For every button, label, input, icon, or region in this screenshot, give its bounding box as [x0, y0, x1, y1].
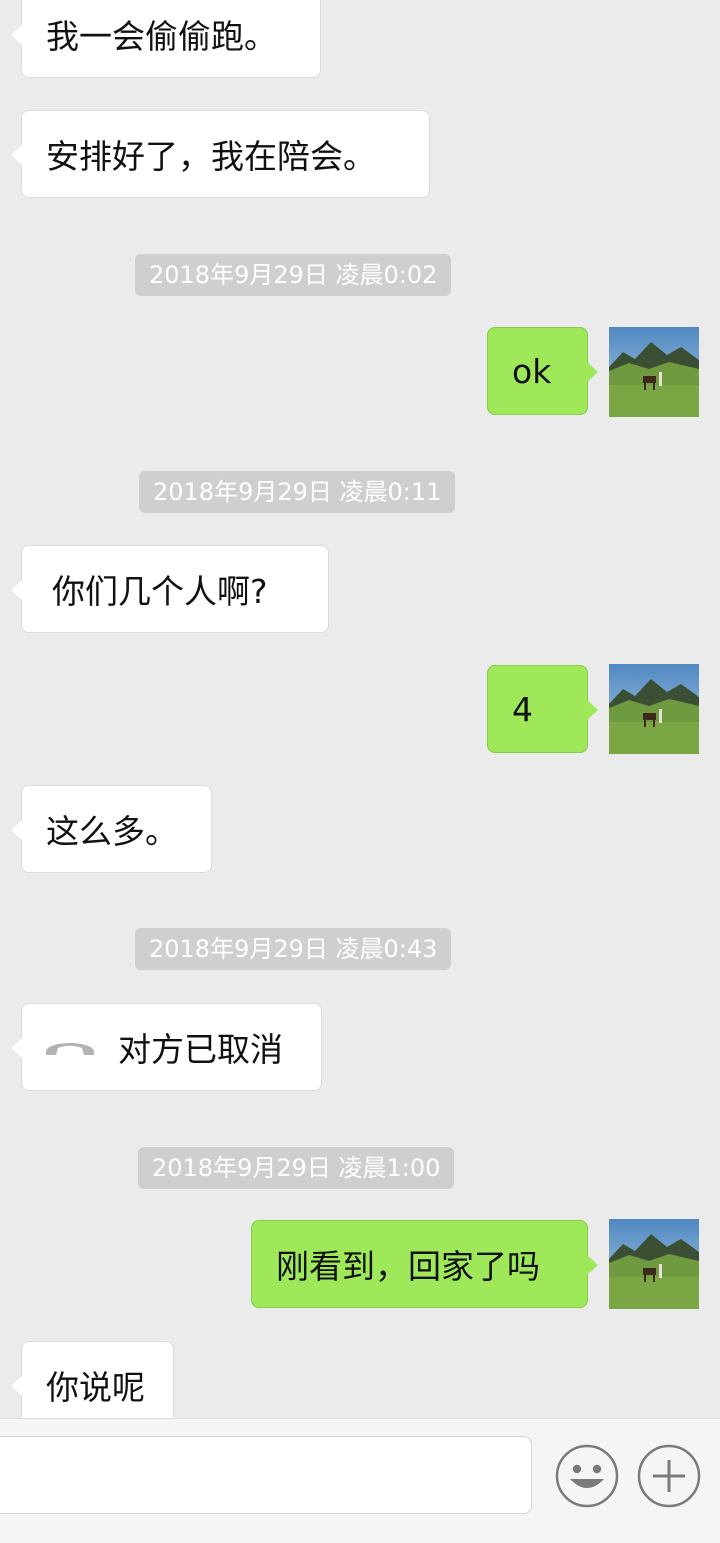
message-text: 你说呢: [46, 1368, 145, 1407]
message-bubble[interactable]: 我一会偷偷跑。: [11, 0, 321, 78]
message-text: 你们几个人啊?: [52, 572, 268, 611]
message-text: 安排好了，我在陪会。: [46, 137, 376, 176]
message-text: 这么多。: [46, 812, 178, 851]
message-bubble[interactable]: 这么多。: [11, 785, 212, 873]
plus-circle-icon[interactable]: [637, 1444, 701, 1508]
phone-hangup-icon: [46, 1043, 94, 1055]
timestamp-pill: 2018年9月29日 凌晨1:00: [138, 1147, 455, 1189]
message-bubble[interactable]: 刚看到，回家了吗: [251, 1220, 598, 1308]
chat-area[interactable]: 我一会偷偷跑。 安排好了，我在陪会。 2018年9月29日 凌晨0:02 ok …: [0, 0, 720, 1418]
timestamp-pill: 2018年9月29日 凌晨0:11: [139, 471, 456, 513]
call-status-text: 对方已取消: [118, 1030, 283, 1069]
avatar[interactable]: [609, 1219, 699, 1309]
message-input[interactable]: [0, 1436, 532, 1514]
avatar[interactable]: [609, 327, 699, 417]
message-bubble[interactable]: 安排好了，我在陪会。: [11, 110, 430, 198]
timestamp-pill: 2018年9月29日 凌晨0:02: [135, 254, 452, 296]
message-text: 4: [512, 689, 533, 729]
message-text: 我一会偷偷跑。: [46, 17, 277, 56]
message-text: 刚看到，回家了吗: [276, 1247, 540, 1286]
call-record-bubble[interactable]: 对方已取消: [11, 1003, 322, 1091]
avatar[interactable]: [609, 664, 699, 754]
input-bar: [0, 1418, 720, 1543]
emoji-smile-icon[interactable]: [555, 1444, 619, 1508]
message-bubble[interactable]: ok: [487, 327, 598, 415]
message-text: ok: [512, 351, 552, 391]
message-bubble[interactable]: 你说呢: [11, 1341, 174, 1418]
timestamp-pill: 2018年9月29日 凌晨0:43: [135, 928, 452, 970]
message-bubble[interactable]: 你们几个人啊?: [11, 545, 329, 633]
message-bubble[interactable]: 4: [487, 665, 598, 753]
